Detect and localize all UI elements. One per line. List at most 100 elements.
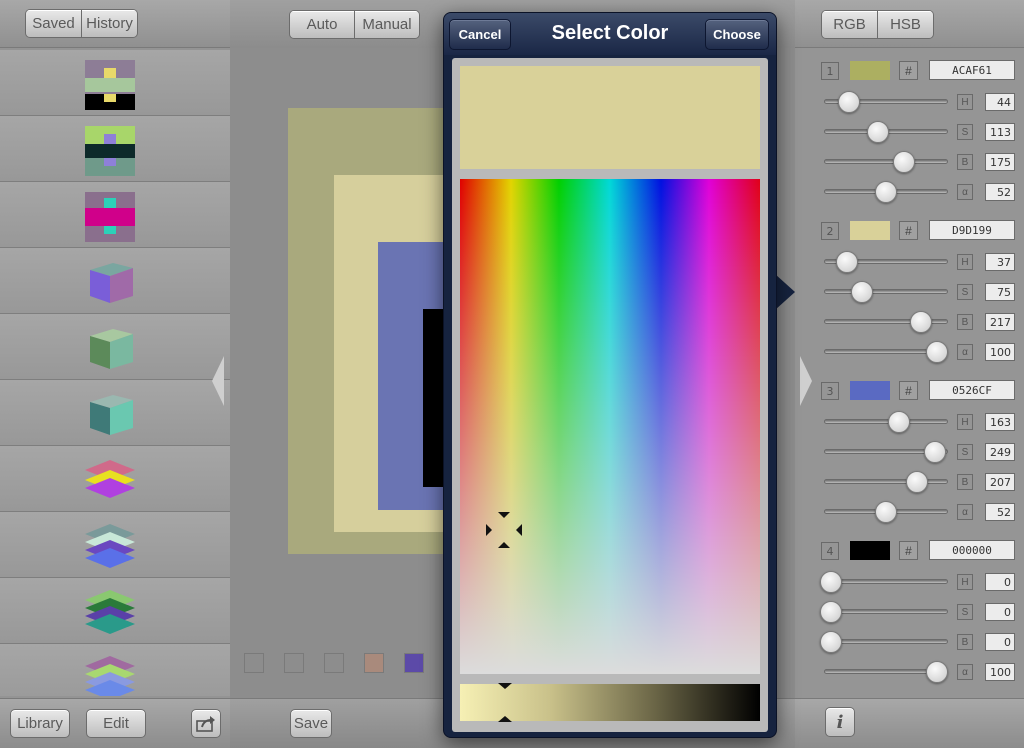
slider-track-s[interactable] xyxy=(824,289,948,294)
share-button[interactable] xyxy=(191,709,221,738)
slider-track-s[interactable] xyxy=(824,609,948,614)
tab-hsb[interactable]: HSB xyxy=(877,11,933,38)
collapse-left-arrow-icon[interactable] xyxy=(212,356,224,406)
slider-track-b[interactable] xyxy=(824,159,948,164)
slider-value-b[interactable]: 0 xyxy=(985,633,1015,651)
list-item[interactable] xyxy=(0,50,230,116)
list-item[interactable] xyxy=(0,182,230,248)
scheme-thumbnail xyxy=(85,192,135,242)
slider-knob-a[interactable] xyxy=(875,181,897,203)
slider-value-h[interactable]: 0 xyxy=(985,573,1015,591)
slider-value-b[interactable]: 207 xyxy=(985,473,1015,491)
slider-label-s: S xyxy=(957,604,973,620)
slider-value-s[interactable]: 0 xyxy=(985,603,1015,621)
list-item[interactable] xyxy=(0,578,230,644)
list-item[interactable] xyxy=(0,380,230,446)
swatch-slot[interactable] xyxy=(244,653,264,673)
crosshair-icon[interactable] xyxy=(486,512,522,548)
list-item[interactable] xyxy=(0,512,230,578)
cancel-button[interactable]: Cancel xyxy=(449,19,511,50)
slider-knob-s[interactable] xyxy=(851,281,873,303)
color-index: 4 xyxy=(821,542,839,560)
rgb-hsb-segment: RGB HSB xyxy=(821,10,934,39)
tab-history[interactable]: History xyxy=(81,10,137,37)
swatch-slot[interactable] xyxy=(284,653,304,673)
slider-track-h[interactable] xyxy=(824,579,948,584)
edit-button[interactable]: Edit xyxy=(86,709,146,738)
tab-saved[interactable]: Saved xyxy=(26,10,81,37)
color-chip[interactable] xyxy=(850,541,890,560)
hex-field[interactable]: ACAF61 xyxy=(929,60,1015,80)
color-chip[interactable] xyxy=(850,221,890,240)
swatch-slot[interactable] xyxy=(324,653,344,673)
slider-value-s[interactable]: 75 xyxy=(985,283,1015,301)
save-button[interactable]: Save xyxy=(290,709,332,738)
slider-track-h[interactable] xyxy=(824,419,948,424)
popover-body xyxy=(452,58,768,732)
slider-knob-a[interactable] xyxy=(926,341,948,363)
slider-knob-b[interactable] xyxy=(910,311,932,333)
list-item[interactable] xyxy=(0,116,230,182)
color-chip[interactable] xyxy=(850,61,890,80)
tab-rgb[interactable]: RGB xyxy=(822,11,877,38)
slider-value-h[interactable]: 37 xyxy=(985,253,1015,271)
hex-field[interactable]: 0526CF xyxy=(929,380,1015,400)
layers-thumbnail xyxy=(85,590,135,634)
collapse-right-arrow-icon[interactable] xyxy=(800,356,812,406)
slider-value-a[interactable]: 52 xyxy=(985,183,1015,201)
slider-value-s[interactable]: 249 xyxy=(985,443,1015,461)
slider-knob-h[interactable] xyxy=(820,571,842,593)
color-chip[interactable] xyxy=(850,381,890,400)
list-item[interactable] xyxy=(0,248,230,314)
info-button[interactable]: i xyxy=(825,707,855,737)
color-spectrum[interactable] xyxy=(460,179,760,674)
library-button[interactable]: Library xyxy=(10,709,70,738)
color-index: 2 xyxy=(821,222,839,240)
tab-auto[interactable]: Auto xyxy=(290,11,354,38)
slider-track-b[interactable] xyxy=(824,479,948,484)
slider-value-a[interactable]: 100 xyxy=(985,343,1015,361)
color-index: 1 xyxy=(821,62,839,80)
slider-knob-s[interactable] xyxy=(820,601,842,623)
cube-thumbnail xyxy=(90,263,133,303)
swatch-slot[interactable] xyxy=(364,653,384,673)
slider-knob-s[interactable] xyxy=(924,441,946,463)
cube-thumbnail xyxy=(90,329,133,369)
popover-header: Select Color Cancel Choose xyxy=(444,13,776,55)
slider-value-h[interactable]: 44 xyxy=(985,93,1015,111)
brightness-marker-icon[interactable] xyxy=(498,683,512,722)
slider-knob-h[interactable] xyxy=(888,411,910,433)
slider-value-s[interactable]: 113 xyxy=(985,123,1015,141)
swatch-slot[interactable] xyxy=(404,653,424,673)
tab-manual[interactable]: Manual xyxy=(354,11,419,38)
slider-value-a[interactable]: 100 xyxy=(985,663,1015,681)
layers-thumbnail xyxy=(85,460,135,498)
slider-label-s: S xyxy=(957,444,973,460)
list-item[interactable] xyxy=(0,446,230,512)
choose-button[interactable]: Choose xyxy=(705,19,769,50)
slider-label-a: α xyxy=(957,344,973,360)
list-item[interactable] xyxy=(0,644,230,696)
slider-knob-s[interactable] xyxy=(867,121,889,143)
slider-value-b[interactable]: 175 xyxy=(985,153,1015,171)
hex-field[interactable]: D9D199 xyxy=(929,220,1015,240)
slider-knob-h[interactable] xyxy=(838,91,860,113)
hex-field[interactable]: 000000 xyxy=(929,540,1015,560)
slider-value-h[interactable]: 163 xyxy=(985,413,1015,431)
slider-track-b[interactable] xyxy=(824,639,948,644)
slider-label-a: α xyxy=(957,504,973,520)
hash-label: # xyxy=(899,61,918,80)
slider-knob-a[interactable] xyxy=(875,501,897,523)
slider-knob-b[interactable] xyxy=(820,631,842,653)
slider-knob-b[interactable] xyxy=(906,471,928,493)
list-item[interactable] xyxy=(0,314,230,380)
slider-knob-h[interactable] xyxy=(836,251,858,273)
slider-value-a[interactable]: 52 xyxy=(985,503,1015,521)
slider-knob-a[interactable] xyxy=(926,661,948,683)
slider-knob-b[interactable] xyxy=(893,151,915,173)
slider-value-b[interactable]: 217 xyxy=(985,313,1015,331)
select-color-popover: Select Color Cancel Choose xyxy=(443,12,777,738)
brightness-bar[interactable] xyxy=(460,683,760,722)
layers-thumbnail xyxy=(85,524,135,568)
cube-thumbnail xyxy=(90,395,133,435)
